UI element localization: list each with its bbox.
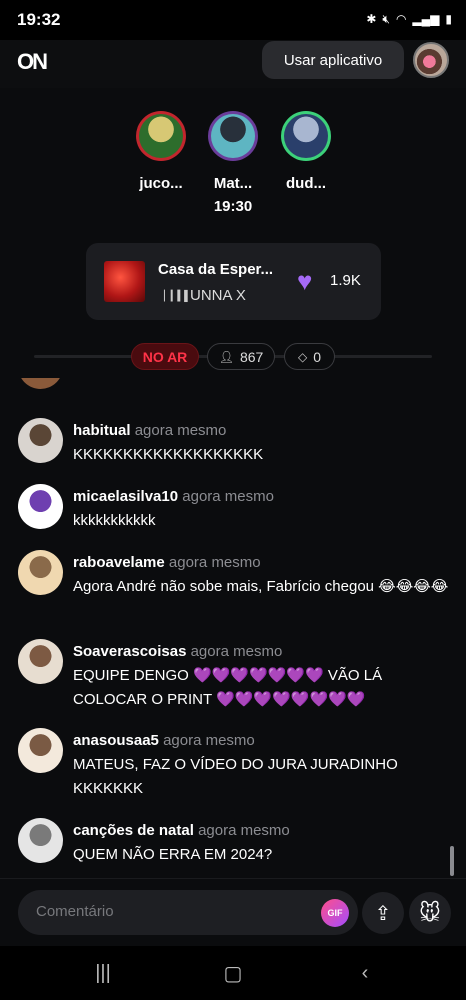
- message-text: kkkkkkkkkkk: [73, 512, 156, 529]
- status-bar: 19:32 ✱ 🔇︎ ◠ ▂▄▆ ▮: [0, 0, 466, 40]
- username[interactable]: raboavelame: [73, 554, 165, 571]
- user-avatar[interactable]: [18, 818, 63, 863]
- message-time: agora mesmo: [182, 488, 274, 505]
- speaker-name: Mat...: [213, 175, 253, 192]
- chat-list[interactable]: kkkkkkkkkkkkk habitual agora mesmo KKKKK…: [0, 378, 466, 876]
- speaker-1[interactable]: juco...: [131, 111, 191, 192]
- user-avatar[interactable]: [18, 484, 63, 529]
- diamond-count[interactable]: ◇ 0: [284, 343, 335, 370]
- diamond-count-value: 0: [313, 348, 322, 365]
- username[interactable]: habitual: [73, 422, 131, 439]
- speaker-face: [211, 114, 255, 158]
- chat-scrollbar[interactable]: [450, 846, 454, 876]
- status-icons: ✱ 🔇︎ ◠ ▂▄▆ ▮: [366, 12, 452, 26]
- message-text: EQUIPE DENGO 💜💜💜💜💜💜💜 VÃO LÁ COLOCAR O PR…: [73, 667, 383, 708]
- speaker-avatar[interactable]: [281, 111, 331, 161]
- message-time: agora mesmo: [134, 422, 227, 439]
- mouse-emoji-icon[interactable]: 🐭: [409, 892, 451, 934]
- speaker-face: [139, 114, 183, 158]
- now-playing-card[interactable]: Casa da Esper... ▏▎▍▌ UNNA X ♥ 1.9K: [86, 243, 381, 320]
- recents-icon[interactable]: |||: [88, 960, 118, 986]
- heart-icon[interactable]: ♥: [297, 267, 325, 295]
- equalizer-icon: ▏▎▍▌: [164, 291, 191, 302]
- user-avatar[interactable]: [18, 550, 63, 595]
- likes-count: 1.9K: [330, 272, 361, 289]
- speaker-face: [284, 114, 328, 158]
- user-avatar[interactable]: [18, 728, 63, 773]
- wifi-icon: ◠: [395, 12, 407, 26]
- comment-input[interactable]: Comentário: [18, 890, 358, 935]
- artist-name: UNNA X: [190, 287, 246, 304]
- profile-avatar[interactable]: [413, 42, 449, 78]
- mute-icon: 🔇︎: [382, 12, 390, 26]
- message-time: agora mesmo: [190, 643, 283, 660]
- message-text: QUEM NÃO ERRA EM 2024?: [73, 846, 273, 863]
- username[interactable]: micaelasilva10: [73, 488, 178, 505]
- gif-button[interactable]: GIF: [321, 899, 349, 927]
- speaker-name: juco...: [139, 175, 183, 192]
- use-app-button[interactable]: Usar aplicativo: [262, 41, 404, 79]
- user-avatar[interactable]: [18, 639, 63, 684]
- listener-count[interactable]: 👤︎ 867: [207, 343, 275, 370]
- listener-count-value: 867: [239, 348, 264, 365]
- speaker-name: dud...: [286, 175, 326, 192]
- comment-placeholder: Comentário: [36, 903, 114, 920]
- username[interactable]: Soaverascoisas: [73, 643, 186, 660]
- diamond-icon: ◇: [297, 349, 308, 364]
- speaker-3[interactable]: dud...: [276, 111, 336, 192]
- username[interactable]: anasousaa5: [73, 732, 159, 749]
- speaker-time: 19:30: [213, 198, 253, 215]
- message-text: kkkkkkkkkkkkk: [73, 378, 453, 382]
- user-avatar[interactable]: [18, 378, 63, 389]
- speaker-avatar[interactable]: [136, 111, 186, 161]
- message-text: Agora André não sobe mais, Fabrício cheg…: [73, 578, 449, 595]
- message-time: agora mesmo: [168, 554, 261, 571]
- battery-icon: ▮: [445, 12, 452, 26]
- speaker-2[interactable]: Mat... 19:30: [203, 111, 263, 215]
- message-time: agora mesmo: [163, 732, 255, 749]
- home-icon[interactable]: ▢: [218, 960, 248, 986]
- message-text: MATEUS, FAZ O VÍDEO DO JURA JURADINHO KK…: [73, 756, 398, 797]
- song-title: Casa da Esper...: [158, 261, 274, 278]
- signal-icon: ▂▄▆: [412, 12, 440, 26]
- status-time: 19:32: [17, 10, 61, 29]
- person-icon: 👤︎: [218, 349, 234, 364]
- album-cover: [104, 261, 145, 302]
- message-text: KKKKKKKKKKKKKKKKKKK: [73, 446, 264, 463]
- username[interactable]: canções de natal: [73, 822, 194, 839]
- comment-composer: Comentário GIF ⇪ 🐭: [0, 878, 466, 946]
- bluetooth-icon: ✱: [366, 12, 377, 26]
- back-icon[interactable]: ‹: [350, 960, 380, 986]
- on-logo[interactable]: ON: [17, 49, 48, 75]
- system-nav-bar: ||| ▢ ‹: [0, 946, 466, 1000]
- upload-icon[interactable]: ⇪: [362, 892, 404, 934]
- live-badge: NO AR: [131, 343, 199, 370]
- speaker-avatar[interactable]: [208, 111, 258, 161]
- user-avatar[interactable]: [18, 418, 63, 463]
- message-time: agora mesmo: [198, 822, 290, 839]
